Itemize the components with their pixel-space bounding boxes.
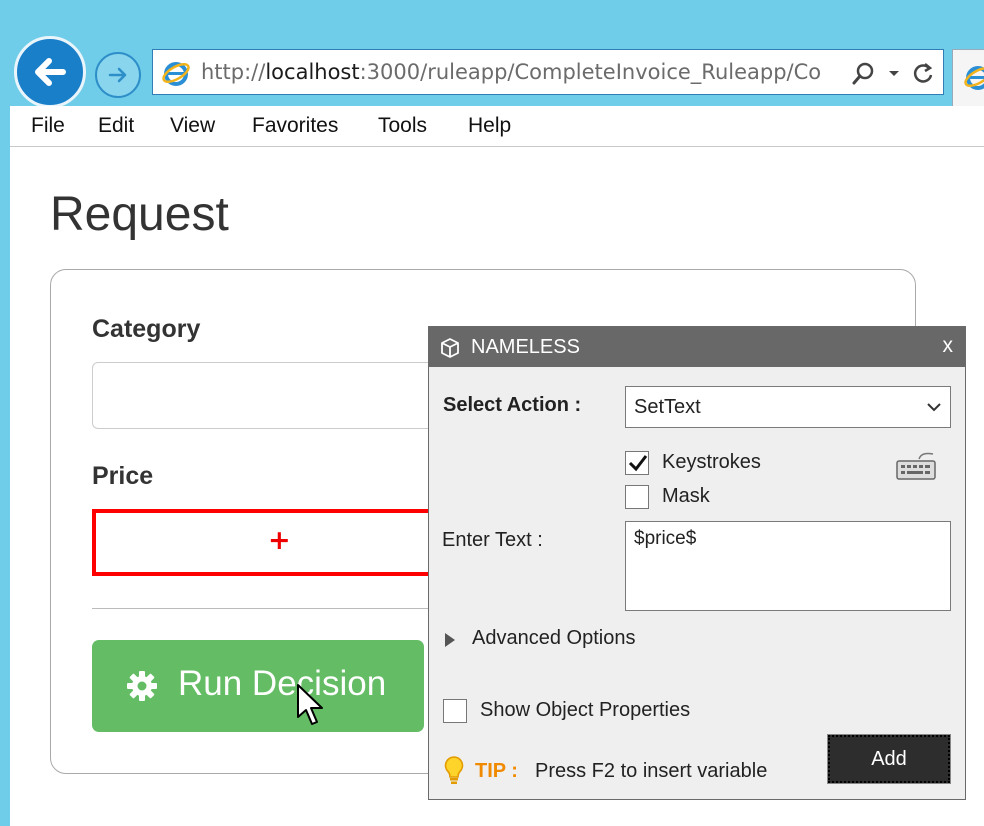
expand-triangle-icon[interactable] xyxy=(443,631,457,649)
url-text[interactable]: http://localhost:3000/ruleapp/CompleteIn… xyxy=(201,60,841,84)
forward-button[interactable] xyxy=(95,52,141,98)
back-arrow-icon xyxy=(35,58,66,86)
refresh-icon[interactable] xyxy=(911,60,935,86)
category-input[interactable] xyxy=(92,362,452,429)
mask-label: Mask xyxy=(662,485,710,507)
enter-text-value: $price$ xyxy=(634,528,697,549)
gear-icon xyxy=(127,671,157,701)
show-object-properties-checkbox[interactable] xyxy=(443,699,467,723)
cube-icon xyxy=(441,338,459,358)
address-bar[interactable]: http://localhost:3000/ruleapp/CompleteIn… xyxy=(152,49,944,95)
show-object-properties-label: Show Object Properties xyxy=(480,699,691,721)
run-decision-button[interactable]: Run Decision xyxy=(92,640,424,732)
back-button[interactable] xyxy=(14,36,86,108)
category-label: Category xyxy=(92,315,201,343)
dropdown-icon[interactable] xyxy=(887,60,901,86)
menu-tools[interactable]: Tools xyxy=(378,114,427,138)
mask-checkbox[interactable] xyxy=(625,485,649,509)
tip-label: TIP : xyxy=(475,760,518,782)
lightbulb-icon xyxy=(444,756,464,784)
url-host: localhost xyxy=(265,60,360,84)
select-action-dropdown[interactable]: SetText xyxy=(625,386,951,428)
price-input[interactable]: + xyxy=(92,509,452,576)
search-icon[interactable] xyxy=(851,60,877,86)
advanced-options-toggle[interactable]: Advanced Options xyxy=(472,627,635,650)
forward-arrow-icon xyxy=(108,67,127,83)
chevron-down-icon xyxy=(927,403,941,412)
menu-bar: File Edit View Favorites Tools Help xyxy=(10,106,984,147)
page-title: Request xyxy=(50,188,229,241)
action-recorder-dialog: NAMELESS x Select Action : SetText Keyst… xyxy=(428,326,966,800)
form-divider xyxy=(92,608,452,609)
address-tools xyxy=(851,60,935,86)
tip-text: Press F2 to insert variable xyxy=(535,760,768,782)
mouse-pointer-icon xyxy=(297,684,323,725)
dialog-title: NAMELESS xyxy=(471,336,580,358)
enter-text-label: Enter Text : xyxy=(442,529,543,551)
browser-tab[interactable] xyxy=(952,49,984,106)
run-decision-label: Run Decision xyxy=(178,664,387,703)
select-action-label: Select Action : xyxy=(443,394,582,416)
add-button[interactable]: Add xyxy=(827,734,951,784)
url-prefix: http:// xyxy=(201,60,266,84)
select-action-value: SetText xyxy=(634,396,701,418)
menu-file[interactable]: File xyxy=(31,114,65,138)
menu-help[interactable]: Help xyxy=(468,114,511,138)
highlight-crosshair: + xyxy=(268,525,291,556)
keyboard-icon[interactable] xyxy=(895,451,937,485)
price-label: Price xyxy=(92,462,154,490)
ie-logo-icon xyxy=(162,62,190,86)
keystrokes-label: Keystrokes xyxy=(662,451,761,473)
menu-favorites[interactable]: Favorites xyxy=(252,114,338,138)
tab-ie-logo-icon xyxy=(964,66,984,90)
checkmark-icon xyxy=(628,455,648,472)
browser-chrome: http://localhost:3000/ruleapp/CompleteIn… xyxy=(0,0,984,108)
keystrokes-checkbox[interactable] xyxy=(625,451,649,475)
menu-edit[interactable]: Edit xyxy=(98,114,134,138)
dialog-header[interactable]: NAMELESS x xyxy=(429,327,965,367)
dialog-close-button[interactable]: x xyxy=(943,334,954,358)
enter-text-field[interactable]: $price$ xyxy=(625,521,951,611)
menu-view[interactable]: View xyxy=(170,114,215,138)
url-rest: :3000/ruleapp/CompleteInvoice_Ruleapp/Co xyxy=(359,60,822,84)
